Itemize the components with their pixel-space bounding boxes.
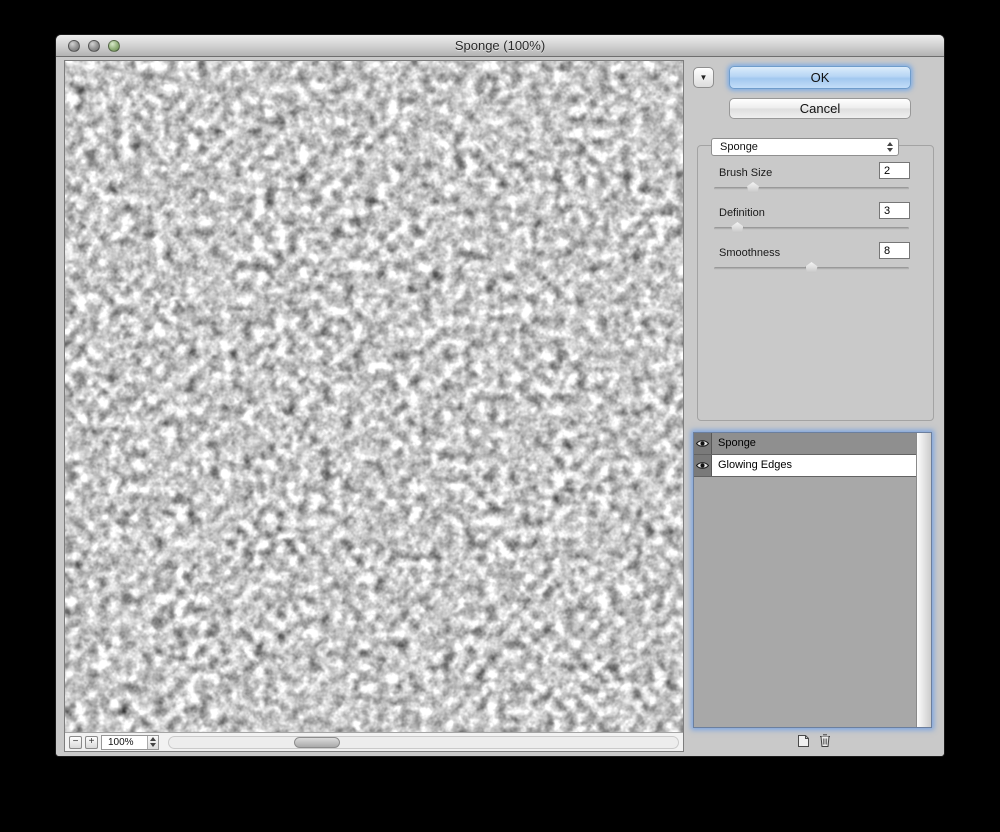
title-bar[interactable]: Sponge (100%) (56, 35, 944, 57)
new-effect-layer-button[interactable] (794, 732, 812, 749)
smoothness-label: Smoothness (719, 247, 781, 259)
filter-gallery-window: Sponge (100%) − + 100% ▼ OK Cancel Spong… (55, 34, 945, 757)
trash-icon (820, 734, 830, 747)
definition-slider[interactable] (714, 222, 909, 233)
layer-name: Sponge (712, 433, 916, 454)
stepper-up-icon (150, 737, 156, 741)
cancel-button[interactable]: Cancel (729, 98, 911, 119)
effect-layers-panel: Sponge Glowing Edges (693, 432, 932, 728)
definition-value[interactable]: 3 (879, 202, 910, 219)
ok-button[interactable]: OK (729, 66, 911, 89)
preview-panel: − + 100% (64, 60, 684, 752)
slider-thumb[interactable] (731, 222, 744, 233)
stepper-up-icon (887, 142, 893, 146)
brush-size-label: Brush Size (719, 167, 773, 179)
filter-popup[interactable]: Sponge (711, 138, 899, 156)
vertical-scrollbar[interactable] (916, 433, 931, 727)
slider-thumb[interactable] (805, 262, 818, 273)
horizontal-scrollbar-thumb[interactable] (294, 736, 340, 748)
filter-popup-value: Sponge (720, 141, 758, 153)
window-title: Sponge (100%) (454, 38, 546, 53)
eye-icon (696, 462, 709, 469)
zoom-stepper-icon[interactable] (147, 735, 158, 749)
definition-label: Definition (719, 207, 765, 219)
brush-size-value[interactable]: 2 (879, 162, 910, 179)
filter-preview[interactable] (65, 61, 683, 732)
delete-effect-layer-button[interactable] (816, 732, 834, 749)
close-button[interactable] (68, 40, 80, 52)
slider-row-smoothness: Smoothness 8 (697, 241, 934, 281)
zoom-bar: − + 100% (65, 732, 683, 751)
disclosure-button[interactable]: ▼ (693, 67, 714, 88)
slider-row-brush-size: Brush Size 2 (697, 161, 934, 201)
layer-row-sponge[interactable]: Sponge (694, 433, 916, 455)
slider-row-definition: Definition 3 (697, 201, 934, 241)
zoom-in-button[interactable]: + (85, 735, 98, 749)
brush-size-slider[interactable] (714, 182, 909, 193)
zoom-out-button[interactable]: − (69, 735, 82, 749)
zoom-level-value: 100% (108, 736, 134, 748)
zoom-level-select[interactable]: 100% (101, 734, 159, 750)
stepper-down-icon (887, 148, 893, 152)
zoom-button[interactable] (108, 40, 120, 52)
stepper-down-icon (150, 743, 156, 747)
chevron-down-icon: ▼ (699, 73, 708, 82)
new-layer-icon (797, 734, 809, 747)
minimize-button[interactable] (88, 40, 100, 52)
eye-icon (696, 440, 709, 447)
horizontal-scrollbar[interactable] (168, 735, 679, 749)
popup-stepper-icon (884, 142, 898, 152)
layer-row-glowing-edges[interactable]: Glowing Edges (694, 455, 916, 477)
visibility-toggle[interactable] (694, 433, 712, 454)
slider-thumb[interactable] (747, 182, 759, 193)
layer-name: Glowing Edges (712, 455, 916, 476)
smoothness-slider[interactable] (714, 262, 909, 273)
visibility-toggle[interactable] (694, 455, 712, 476)
sponge-texture (65, 61, 683, 732)
smoothness-value[interactable]: 8 (879, 242, 910, 259)
